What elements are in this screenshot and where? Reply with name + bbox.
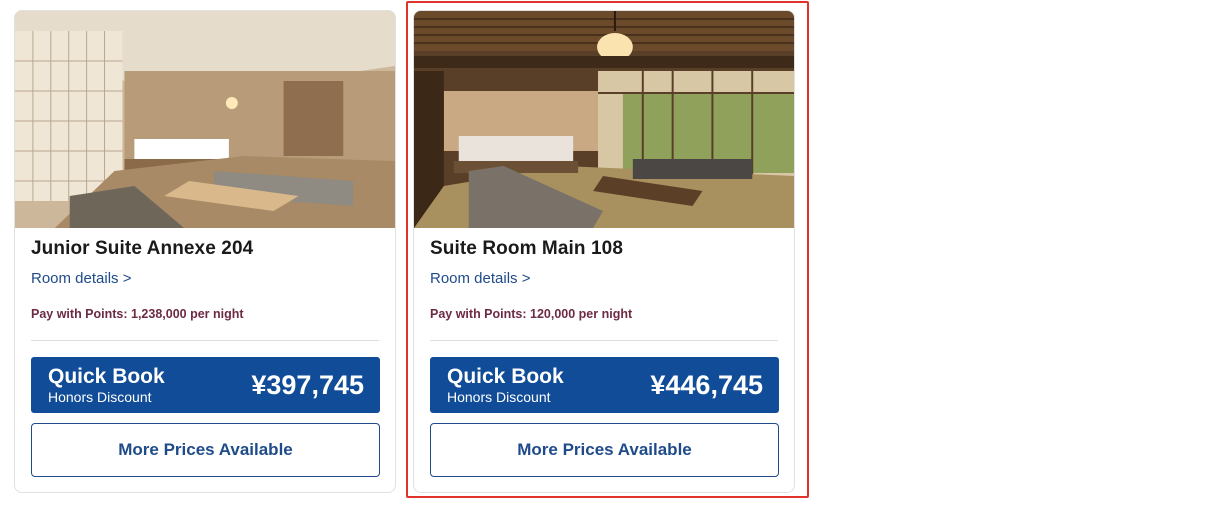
quick-book-button[interactable]: Quick Book Honors Discount ¥397,745 bbox=[31, 357, 380, 413]
room-photo[interactable] bbox=[15, 11, 395, 228]
room-card-junior-suite: Junior Suite Annexe 204 Room details > P… bbox=[14, 10, 396, 493]
room-price: ¥397,745 bbox=[251, 370, 364, 400]
quick-book-label: Quick Book bbox=[447, 365, 564, 388]
honors-discount-label: Honors Discount bbox=[447, 389, 551, 405]
room-details-link[interactable]: Room details > bbox=[430, 270, 530, 287]
room-results: Junior Suite Annexe 204 Room details > P… bbox=[0, 0, 1224, 521]
points-price: Pay with Points: 120,000 per night bbox=[430, 307, 633, 321]
divider bbox=[430, 340, 778, 341]
divider bbox=[31, 340, 379, 341]
room-title: Suite Room Main 108 bbox=[430, 238, 623, 259]
more-prices-button[interactable]: More Prices Available bbox=[31, 423, 380, 477]
room-title: Junior Suite Annexe 204 bbox=[31, 238, 254, 259]
more-prices-button[interactable]: More Prices Available bbox=[430, 423, 779, 477]
points-price: Pay with Points: 1,238,000 per night bbox=[31, 307, 244, 321]
honors-discount-label: Honors Discount bbox=[48, 389, 152, 405]
room-details-link[interactable]: Room details > bbox=[31, 270, 131, 287]
room-price: ¥446,745 bbox=[650, 370, 763, 400]
room-card-suite-main: Suite Room Main 108 Room details > Pay w… bbox=[413, 10, 795, 493]
quick-book-label: Quick Book bbox=[48, 365, 165, 388]
room-photo[interactable] bbox=[414, 11, 794, 228]
quick-book-button[interactable]: Quick Book Honors Discount ¥446,745 bbox=[430, 357, 779, 413]
